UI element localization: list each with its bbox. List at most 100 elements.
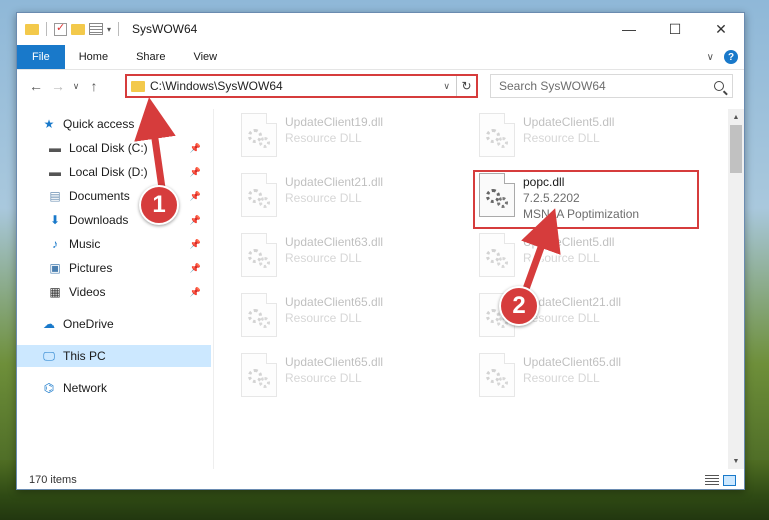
sidebar-item-local-disk-c[interactable]: ▬ Local Disk (C:) 📌 [47, 137, 241, 159]
file-item[interactable]: UpdateClient65.dll Resource DLL [241, 293, 471, 343]
step-2-callout: 2 [499, 286, 539, 326]
pin-icon[interactable]: 📌 [190, 239, 201, 250]
file-name: UpdateClient65.dll [523, 355, 622, 369]
file-description: Resource DLL [285, 191, 362, 205]
sidebar-item-label: Quick access [63, 117, 135, 131]
tab-home[interactable]: Home [65, 45, 122, 69]
close-button[interactable]: ✕ [698, 13, 744, 45]
sidebar-item-label: Local Disk (D:) [69, 165, 148, 179]
pin-icon[interactable]: 📌 [190, 287, 201, 298]
recent-locations-button[interactable]: ∨ [69, 81, 83, 92]
dll-file-icon [241, 353, 277, 397]
window-title: SysWOW64 [132, 22, 198, 36]
pin-icon[interactable]: 📌 [190, 167, 201, 178]
help-icon[interactable]: ? [724, 50, 738, 64]
chevron-down-icon[interactable]: ▾ [107, 25, 111, 34]
pin-icon[interactable]: 📌 [190, 191, 201, 202]
sidebar-item-label: Local Disk (C:) [69, 141, 148, 155]
sidebar-item-label: OneDrive [63, 317, 114, 331]
customize-toolbar-icon[interactable] [89, 23, 103, 35]
sidebar-item-quick-access[interactable]: ★ Quick access [41, 113, 235, 135]
sidebar-item-label: Videos [69, 285, 106, 299]
up-button[interactable]: ↑ [83, 78, 105, 94]
refresh-icon[interactable]: ↻ [456, 76, 476, 96]
music-icon: ♪ [52, 237, 58, 251]
ribbon-tabs: File Home Share View ∨ ? [17, 45, 744, 70]
monitor-icon: 🖵 [43, 348, 55, 363]
ribbon-right-controls: ∨ ? [707, 45, 744, 69]
search-box[interactable]: Search SysWOW64 [490, 74, 733, 98]
sidebar-item-onedrive[interactable]: ☁ OneDrive [41, 313, 235, 335]
maximize-button[interactable]: ☐ [652, 13, 698, 45]
minimize-button[interactable]: — [606, 13, 652, 45]
sidebar-item-label: This PC [63, 349, 106, 363]
file-description: Resource DLL [523, 371, 600, 385]
scroll-up-icon[interactable]: ▲ [728, 109, 744, 125]
sidebar-item-pictures[interactable]: ▣ Pictures 📌 [47, 257, 241, 279]
sidebar-item-local-disk-d[interactable]: ▬ Local Disk (D:) 📌 [47, 161, 241, 183]
documents-icon: ▤ [49, 189, 61, 203]
cloud-icon: ☁ [43, 317, 55, 331]
video-icon: ▦ [49, 285, 61, 299]
file-item[interactable]: UpdateClient21.dll Resource DLL [241, 173, 471, 223]
address-dropdown-icon[interactable]: ∨ [437, 81, 456, 92]
address-path[interactable]: C:\Windows\SysWOW64 [150, 79, 283, 93]
quick-access-toolbar: ▾ [17, 21, 122, 36]
scroll-thumb[interactable] [730, 125, 742, 173]
pictures-icon: ▣ [49, 261, 61, 275]
file-name: UpdateClient5.dll [523, 235, 615, 249]
file-description: Resource DLL [523, 311, 600, 325]
sidebar-item-network[interactable]: ⌬ Network [41, 377, 235, 399]
tab-file[interactable]: File [17, 45, 65, 69]
file-description: Resource DLL [285, 371, 362, 385]
pin-icon[interactable]: 📌 [190, 215, 201, 226]
pin-icon[interactable]: 📌 [190, 263, 201, 274]
back-button[interactable]: ← [25, 78, 47, 94]
vertical-scrollbar[interactable]: ▲ ▼ [728, 109, 744, 469]
file-item[interactable]: UpdateClient19.dll Resource DLL [241, 113, 471, 163]
dll-file-icon [241, 233, 277, 277]
new-folder-icon[interactable] [71, 23, 85, 35]
pane-divider[interactable] [213, 109, 214, 469]
file-item[interactable]: UpdateClient63.dll Resource DLL [241, 233, 471, 283]
sidebar-item-this-pc[interactable]: 🖵 This PC [17, 345, 211, 367]
scroll-down-icon[interactable]: ▼ [728, 453, 744, 469]
network-icon: ⌬ [43, 381, 55, 395]
address-row: ← → ∨ ↑ C:\Windows\SysWOW64 ∨ ↻ Search S… [17, 71, 744, 101]
file-item[interactable]: UpdateClient5.dll Resource DLL [479, 113, 709, 163]
file-item[interactable]: UpdateClient65.dll Resource DLL [479, 353, 709, 403]
properties-check-icon[interactable] [54, 21, 67, 36]
address-bar[interactable]: C:\Windows\SysWOW64 ∨ ↻ [125, 74, 478, 98]
toolbar-separator [118, 22, 120, 36]
search-input[interactable]: Search SysWOW64 [499, 79, 606, 93]
file-description: Resource DLL [285, 251, 362, 265]
sidebar-item-videos[interactable]: ▦ Videos 📌 [47, 281, 241, 303]
star-icon: ★ [43, 117, 55, 131]
forward-button[interactable]: → [47, 78, 69, 94]
large-icons-view-icon[interactable] [723, 474, 736, 486]
file-description: Resource DLL [523, 251, 600, 265]
file-name: UpdateClient65.dll [285, 355, 384, 369]
file-item[interactable]: UpdateClient5.dll Resource DLL [479, 233, 709, 283]
dll-file-icon [479, 353, 515, 397]
window-controls: — ☐ ✕ [606, 13, 744, 45]
status-bar: 170 items [17, 469, 744, 491]
file-name: UpdateClient65.dll [285, 295, 384, 309]
sidebar-item-label: Downloads [69, 213, 129, 227]
view-toggle [705, 474, 744, 486]
file-name: UpdateClient5.dll [523, 115, 615, 129]
file-item[interactable]: UpdateClient65.dll Resource DLL [241, 353, 471, 403]
file-description: Resource DLL [285, 131, 362, 145]
file-description: Resource DLL [285, 311, 362, 325]
search-icon[interactable] [714, 81, 724, 91]
tab-share[interactable]: Share [122, 45, 179, 69]
step-1-callout: 1 [139, 185, 179, 225]
pin-icon[interactable]: 📌 [190, 143, 201, 154]
folder-icon [131, 80, 145, 92]
sidebar-item-music[interactable]: ♪ Music 📌 [47, 233, 241, 255]
expand-ribbon-icon[interactable]: ∨ [707, 52, 714, 63]
tab-view[interactable]: View [179, 45, 231, 69]
dll-file-icon [241, 293, 277, 337]
file-description: Resource DLL [523, 131, 600, 145]
details-view-icon[interactable] [705, 474, 719, 486]
